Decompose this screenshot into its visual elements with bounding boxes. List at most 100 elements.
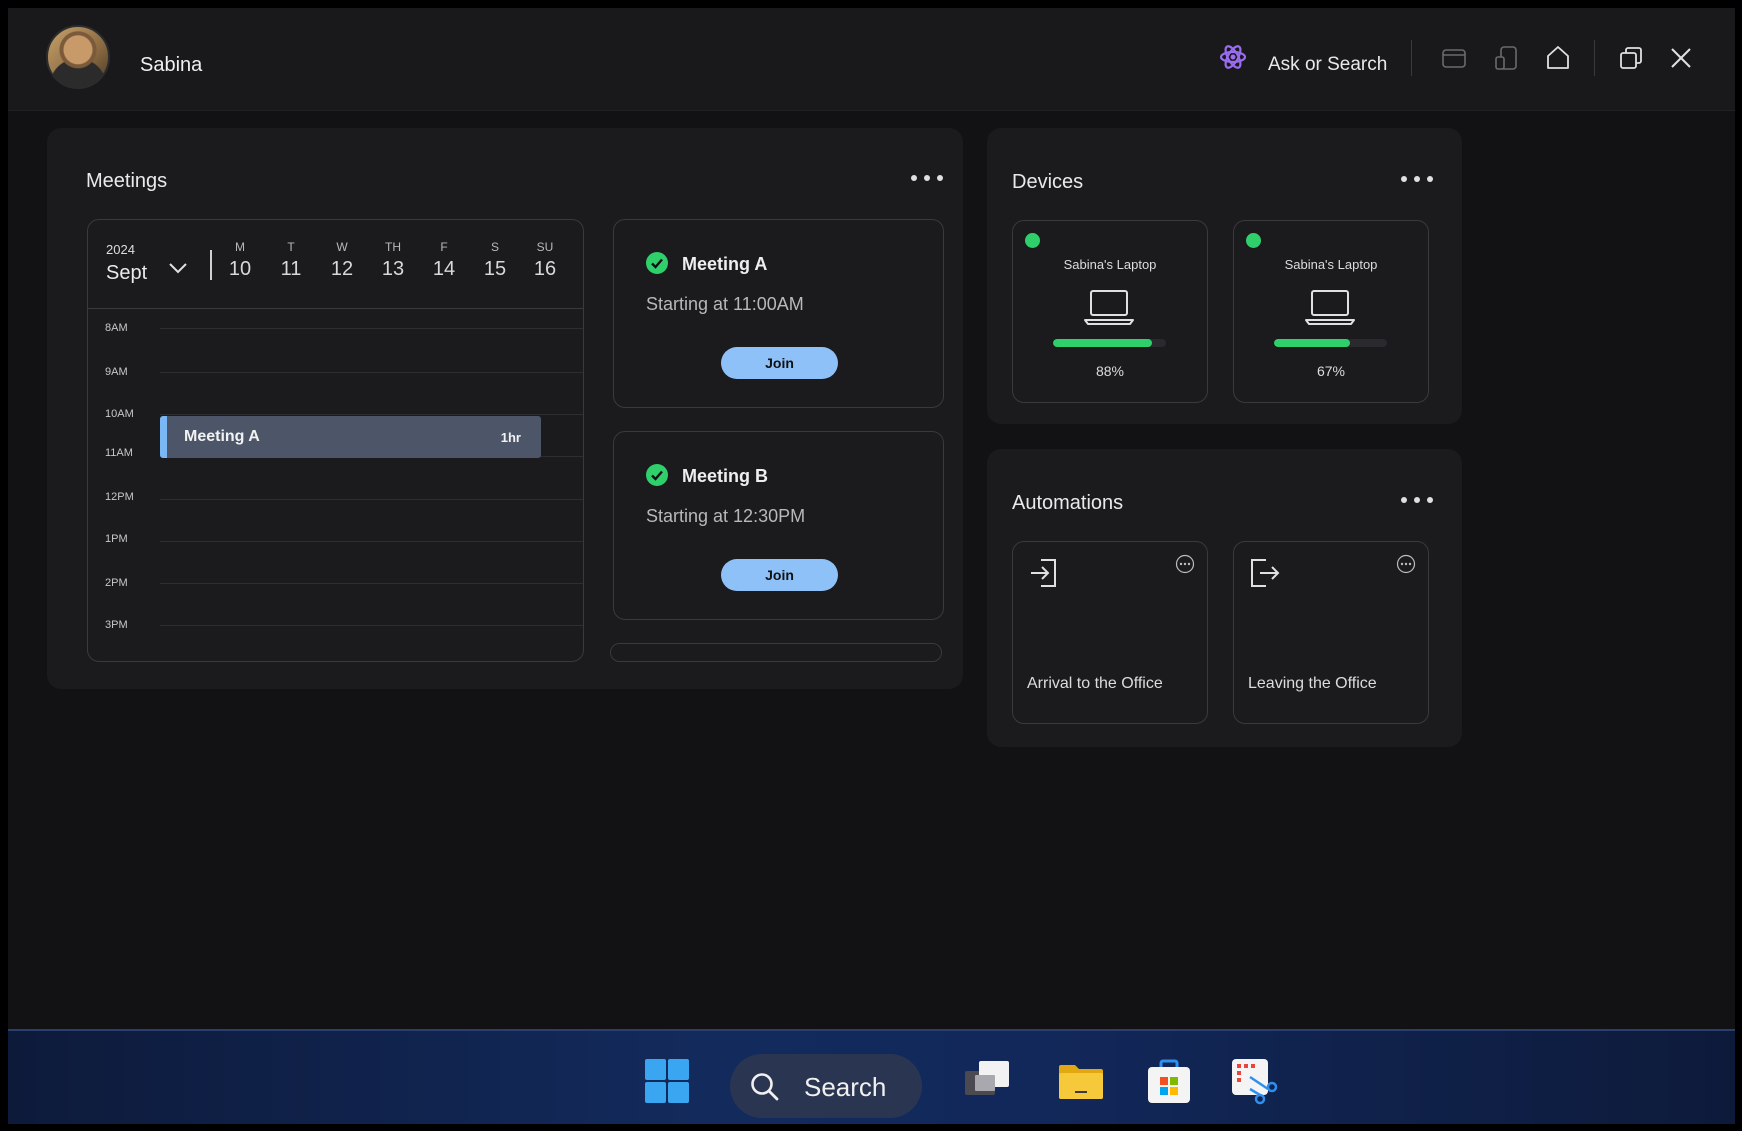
day-number: 15 xyxy=(483,258,507,280)
user-name: Sabina xyxy=(140,54,203,76)
top-bar: Sabina Ask or Search xyxy=(8,8,1735,111)
device-name: Sabina's Laptop xyxy=(1063,257,1157,272)
hour-label: 8AM xyxy=(105,322,128,334)
automation-label: Leaving the Office xyxy=(1248,675,1377,692)
copilot-icon[interactable] xyxy=(1218,42,1248,72)
day-letter: S xyxy=(490,240,499,254)
hour-line xyxy=(160,499,583,500)
meetings-more-button[interactable] xyxy=(911,173,945,183)
task-view-icon[interactable] xyxy=(963,1057,1011,1105)
calendar-event[interactable]: Meeting A 1hr xyxy=(160,416,541,458)
snipping-tool-icon[interactable] xyxy=(1230,1057,1278,1105)
hour-line xyxy=(160,414,583,415)
event-duration: 1hr xyxy=(500,430,521,445)
day-letter: M xyxy=(235,240,245,254)
calendar-week-view: 2024 Sept M 10 T 11 W 12 TH 13 F 14 S 15… xyxy=(87,219,584,662)
hour-label: 12PM xyxy=(105,491,134,503)
avatar[interactable] xyxy=(46,25,110,89)
day-letter: W xyxy=(336,240,348,254)
calendar-icon[interactable] xyxy=(1440,44,1468,72)
file-explorer-icon[interactable] xyxy=(1057,1057,1105,1105)
meetings-title: Meetings xyxy=(86,170,168,192)
app-window: Sabina Ask or Search Meetings 2024 Sept … xyxy=(8,8,1735,1124)
calendar-year: 2024 xyxy=(106,242,135,257)
devices-more-button[interactable] xyxy=(1401,174,1435,184)
day-letter: T xyxy=(287,240,295,254)
event-title: Meeting A xyxy=(184,428,260,445)
day-number: 12 xyxy=(330,258,354,280)
calendar-day[interactable]: M 10 xyxy=(220,240,260,281)
device-card[interactable]: Sabina's Laptop 67% xyxy=(1233,220,1429,403)
status-dot xyxy=(1246,233,1261,248)
meeting-title: Meeting A xyxy=(682,254,768,274)
calendar-header: 2024 Sept M 10 T 11 W 12 TH 13 F 14 S 15… xyxy=(88,220,583,309)
day-number: 14 xyxy=(432,258,456,280)
automation-card[interactable]: Leaving the Office xyxy=(1233,541,1429,724)
more-horizontal-icon[interactable] xyxy=(1396,554,1416,574)
devices-panel: Devices Sabina's Laptop 88% Sabina's Lap… xyxy=(987,128,1462,424)
hour-line xyxy=(160,625,583,626)
calendar-day[interactable]: S 15 xyxy=(475,240,515,281)
join-button[interactable]: Join xyxy=(721,559,838,591)
devices-icon[interactable] xyxy=(1492,44,1520,72)
start-icon[interactable] xyxy=(643,1057,691,1105)
calendar-day[interactable]: W 12 xyxy=(322,240,362,281)
meeting-time: Starting at 11:00AM xyxy=(646,294,804,314)
day-number: 11 xyxy=(280,258,302,280)
hour-label: 11AM xyxy=(105,447,133,459)
day-number: 13 xyxy=(381,258,405,280)
taskbar: Search xyxy=(8,1029,1735,1124)
automations-title: Automations xyxy=(1012,492,1124,514)
battery-percent: 67% xyxy=(1316,363,1346,379)
status-dot xyxy=(1025,233,1040,248)
calendar-day[interactable]: T 11 xyxy=(271,240,311,281)
join-button[interactable]: Join xyxy=(721,347,838,379)
store-icon[interactable] xyxy=(1145,1057,1193,1105)
calendar-day[interactable]: F 14 xyxy=(424,240,464,281)
hour-label: 9AM xyxy=(105,366,128,378)
meeting-card: Meeting A Starting at 11:00AM Join xyxy=(613,219,944,408)
day-letter: TH xyxy=(385,240,401,254)
home-icon[interactable] xyxy=(1544,44,1572,72)
chevron-down-icon[interactable] xyxy=(168,260,188,276)
laptop-icon xyxy=(1084,290,1134,325)
login-icon xyxy=(1031,559,1056,587)
automations-more-button[interactable] xyxy=(1401,495,1435,505)
close-icon[interactable] xyxy=(1667,44,1695,72)
battery-bar xyxy=(1053,339,1166,347)
calendar-day[interactable]: TH 13 xyxy=(373,240,413,281)
devices-title: Devices xyxy=(1012,171,1084,193)
hour-label: 1PM xyxy=(105,533,128,545)
day-number: 16 xyxy=(533,258,557,280)
battery-percent: 88% xyxy=(1095,363,1125,379)
hour-line xyxy=(160,541,583,542)
restore-window-icon[interactable] xyxy=(1617,44,1645,72)
taskbar-search-label: Search xyxy=(804,1072,887,1102)
day-number: 10 xyxy=(228,258,252,280)
automation-label: Arrival to the Office xyxy=(1027,675,1163,692)
meeting-card-partial xyxy=(610,643,942,662)
ask-or-search-label[interactable]: Ask or Search xyxy=(1268,54,1387,76)
meeting-time: Starting at 12:30PM xyxy=(646,506,806,526)
check-circle-icon xyxy=(646,252,668,274)
hour-label: 3PM xyxy=(105,619,128,631)
automation-card[interactable]: Arrival to the Office xyxy=(1012,541,1208,724)
check-circle-icon xyxy=(646,464,668,486)
device-card[interactable]: Sabina's Laptop 88% xyxy=(1012,220,1208,403)
hour-label: 10AM xyxy=(105,408,134,420)
hour-label: 2PM xyxy=(105,577,128,589)
calendar-divider xyxy=(210,250,212,280)
battery-bar xyxy=(1274,339,1387,347)
device-name: Sabina's Laptop xyxy=(1284,257,1378,272)
search-icon xyxy=(751,1073,779,1101)
calendar-month: Sept xyxy=(106,262,148,284)
automations-panel: Automations Arrival to the Office Leavin… xyxy=(987,449,1462,747)
more-horizontal-icon[interactable] xyxy=(1175,554,1195,574)
toolbar-divider xyxy=(1594,40,1595,76)
taskbar-search[interactable]: Search xyxy=(730,1054,922,1118)
meeting-card: Meeting B Starting at 12:30PM Join xyxy=(613,431,944,620)
toolbar-divider xyxy=(1411,40,1412,76)
hour-line xyxy=(160,583,583,584)
calendar-day[interactable]: SU 16 xyxy=(525,240,565,281)
day-letter: SU xyxy=(536,240,554,254)
